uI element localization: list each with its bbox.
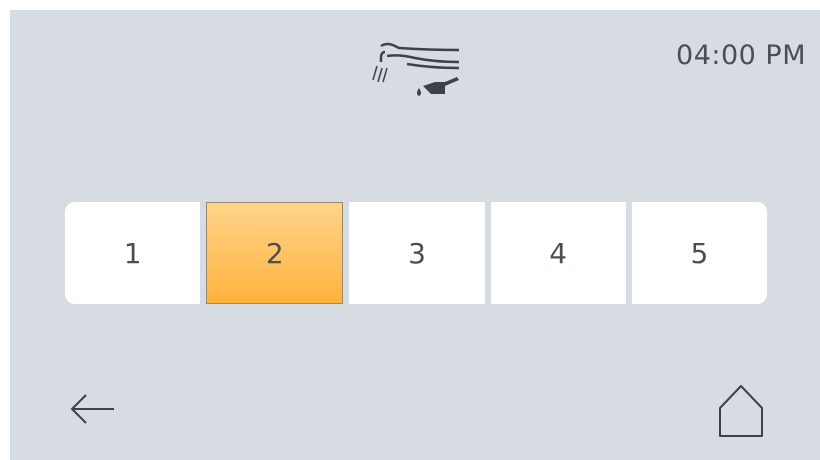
screen: 04:00 PM 1 2 3 4 5 [10,10,820,460]
option-5[interactable]: 5 [631,202,768,304]
option-4[interactable]: 4 [490,202,626,304]
option-1[interactable]: 1 [65,202,201,304]
option-3[interactable]: 3 [349,202,485,304]
clock: 04:00 PM [676,40,806,71]
arrow-left-icon[interactable] [68,392,118,426]
number-selector: 1 2 3 4 5 [65,202,768,304]
option-2[interactable]: 2 [206,202,344,304]
home-icon[interactable] [716,382,766,440]
handpiece-oil-icon [372,42,460,96]
